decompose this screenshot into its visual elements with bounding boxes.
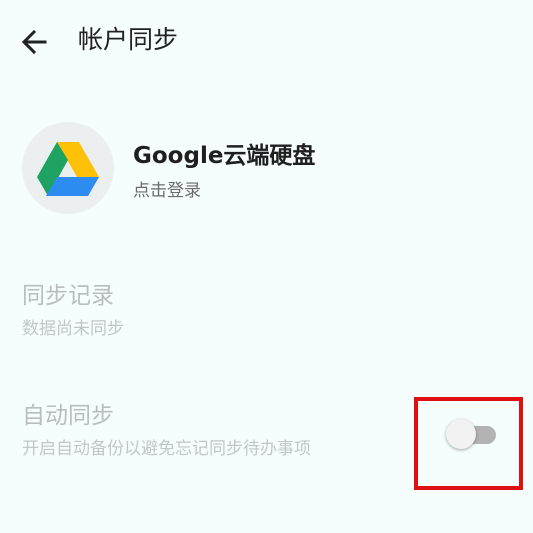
- arrow-left-icon: [21, 29, 47, 55]
- account-name: Google云端硬盘: [133, 143, 316, 169]
- account-login-hint: 点击登录: [133, 181, 201, 201]
- toggle-thumb: [446, 419, 476, 449]
- auto-sync-title: 自动同步: [22, 403, 114, 429]
- sync-record-item[interactable]: 同步记录 数据尚未同步: [22, 280, 512, 350]
- top-app-bar: 帐户同步: [0, 0, 533, 80]
- google-drive-account-row[interactable]: Google云端硬盘 点击登录: [22, 122, 512, 214]
- back-button[interactable]: [14, 22, 54, 62]
- sync-record-status: 数据尚未同步: [22, 319, 124, 339]
- auto-sync-description: 开启自动备份以避免忘记同步待办事项: [22, 439, 311, 459]
- google-drive-icon: [37, 142, 99, 196]
- auto-sync-toggle[interactable]: [446, 419, 498, 451]
- page-title: 帐户同步: [78, 25, 179, 54]
- auto-sync-item: 自动同步 开启自动备份以避免忘记同步待办事项: [22, 400, 402, 470]
- sync-record-title: 同步记录: [22, 283, 114, 309]
- drive-avatar: [22, 122, 114, 214]
